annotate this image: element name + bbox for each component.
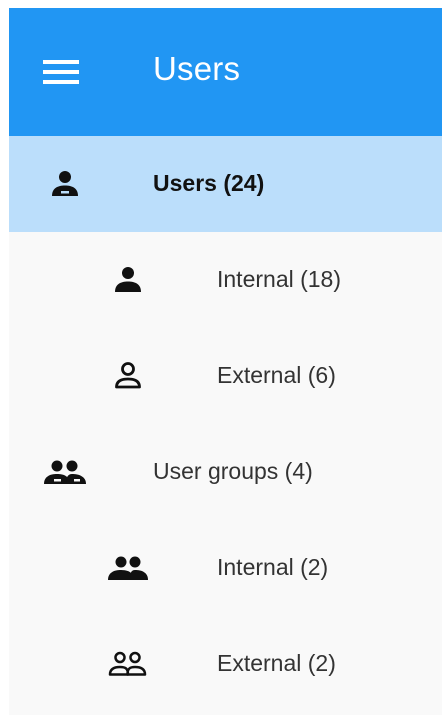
- person-filled-icon: [115, 267, 141, 292]
- person-outline-icon: [115, 362, 141, 389]
- people-filled-icon: [108, 556, 148, 580]
- nav-item-label: Internal (18): [217, 266, 342, 292]
- nav-item-label: User groups (4): [153, 458, 313, 484]
- nav-item-users-internal[interactable]: Internal (18): [9, 232, 442, 328]
- app-bar: Users: [9, 8, 442, 136]
- nav-item-user-groups[interactable]: User groups (4): [9, 424, 442, 520]
- nav-item-label: External (6): [217, 362, 336, 388]
- users-navigation-panel: Users Users (24) Internal (18) External …: [9, 8, 442, 715]
- person-icon: [52, 171, 78, 196]
- nav-item-label: Users (24): [153, 170, 265, 196]
- nav-item-label: External (2): [217, 650, 336, 676]
- page-title: Users: [153, 50, 241, 87]
- people-icon: [44, 460, 86, 484]
- nav-item-groups-internal[interactable]: Internal (2): [9, 520, 442, 616]
- nav-item-groups-external[interactable]: External (2): [9, 616, 442, 712]
- menu-button[interactable]: [37, 52, 85, 92]
- nav-item-users[interactable]: Users (24): [9, 136, 442, 232]
- hamburger-menu-icon: [43, 60, 79, 84]
- nav-item-users-external[interactable]: External (6): [9, 328, 442, 424]
- nav-item-label: Internal (2): [217, 554, 329, 580]
- people-outline-icon: [108, 651, 147, 676]
